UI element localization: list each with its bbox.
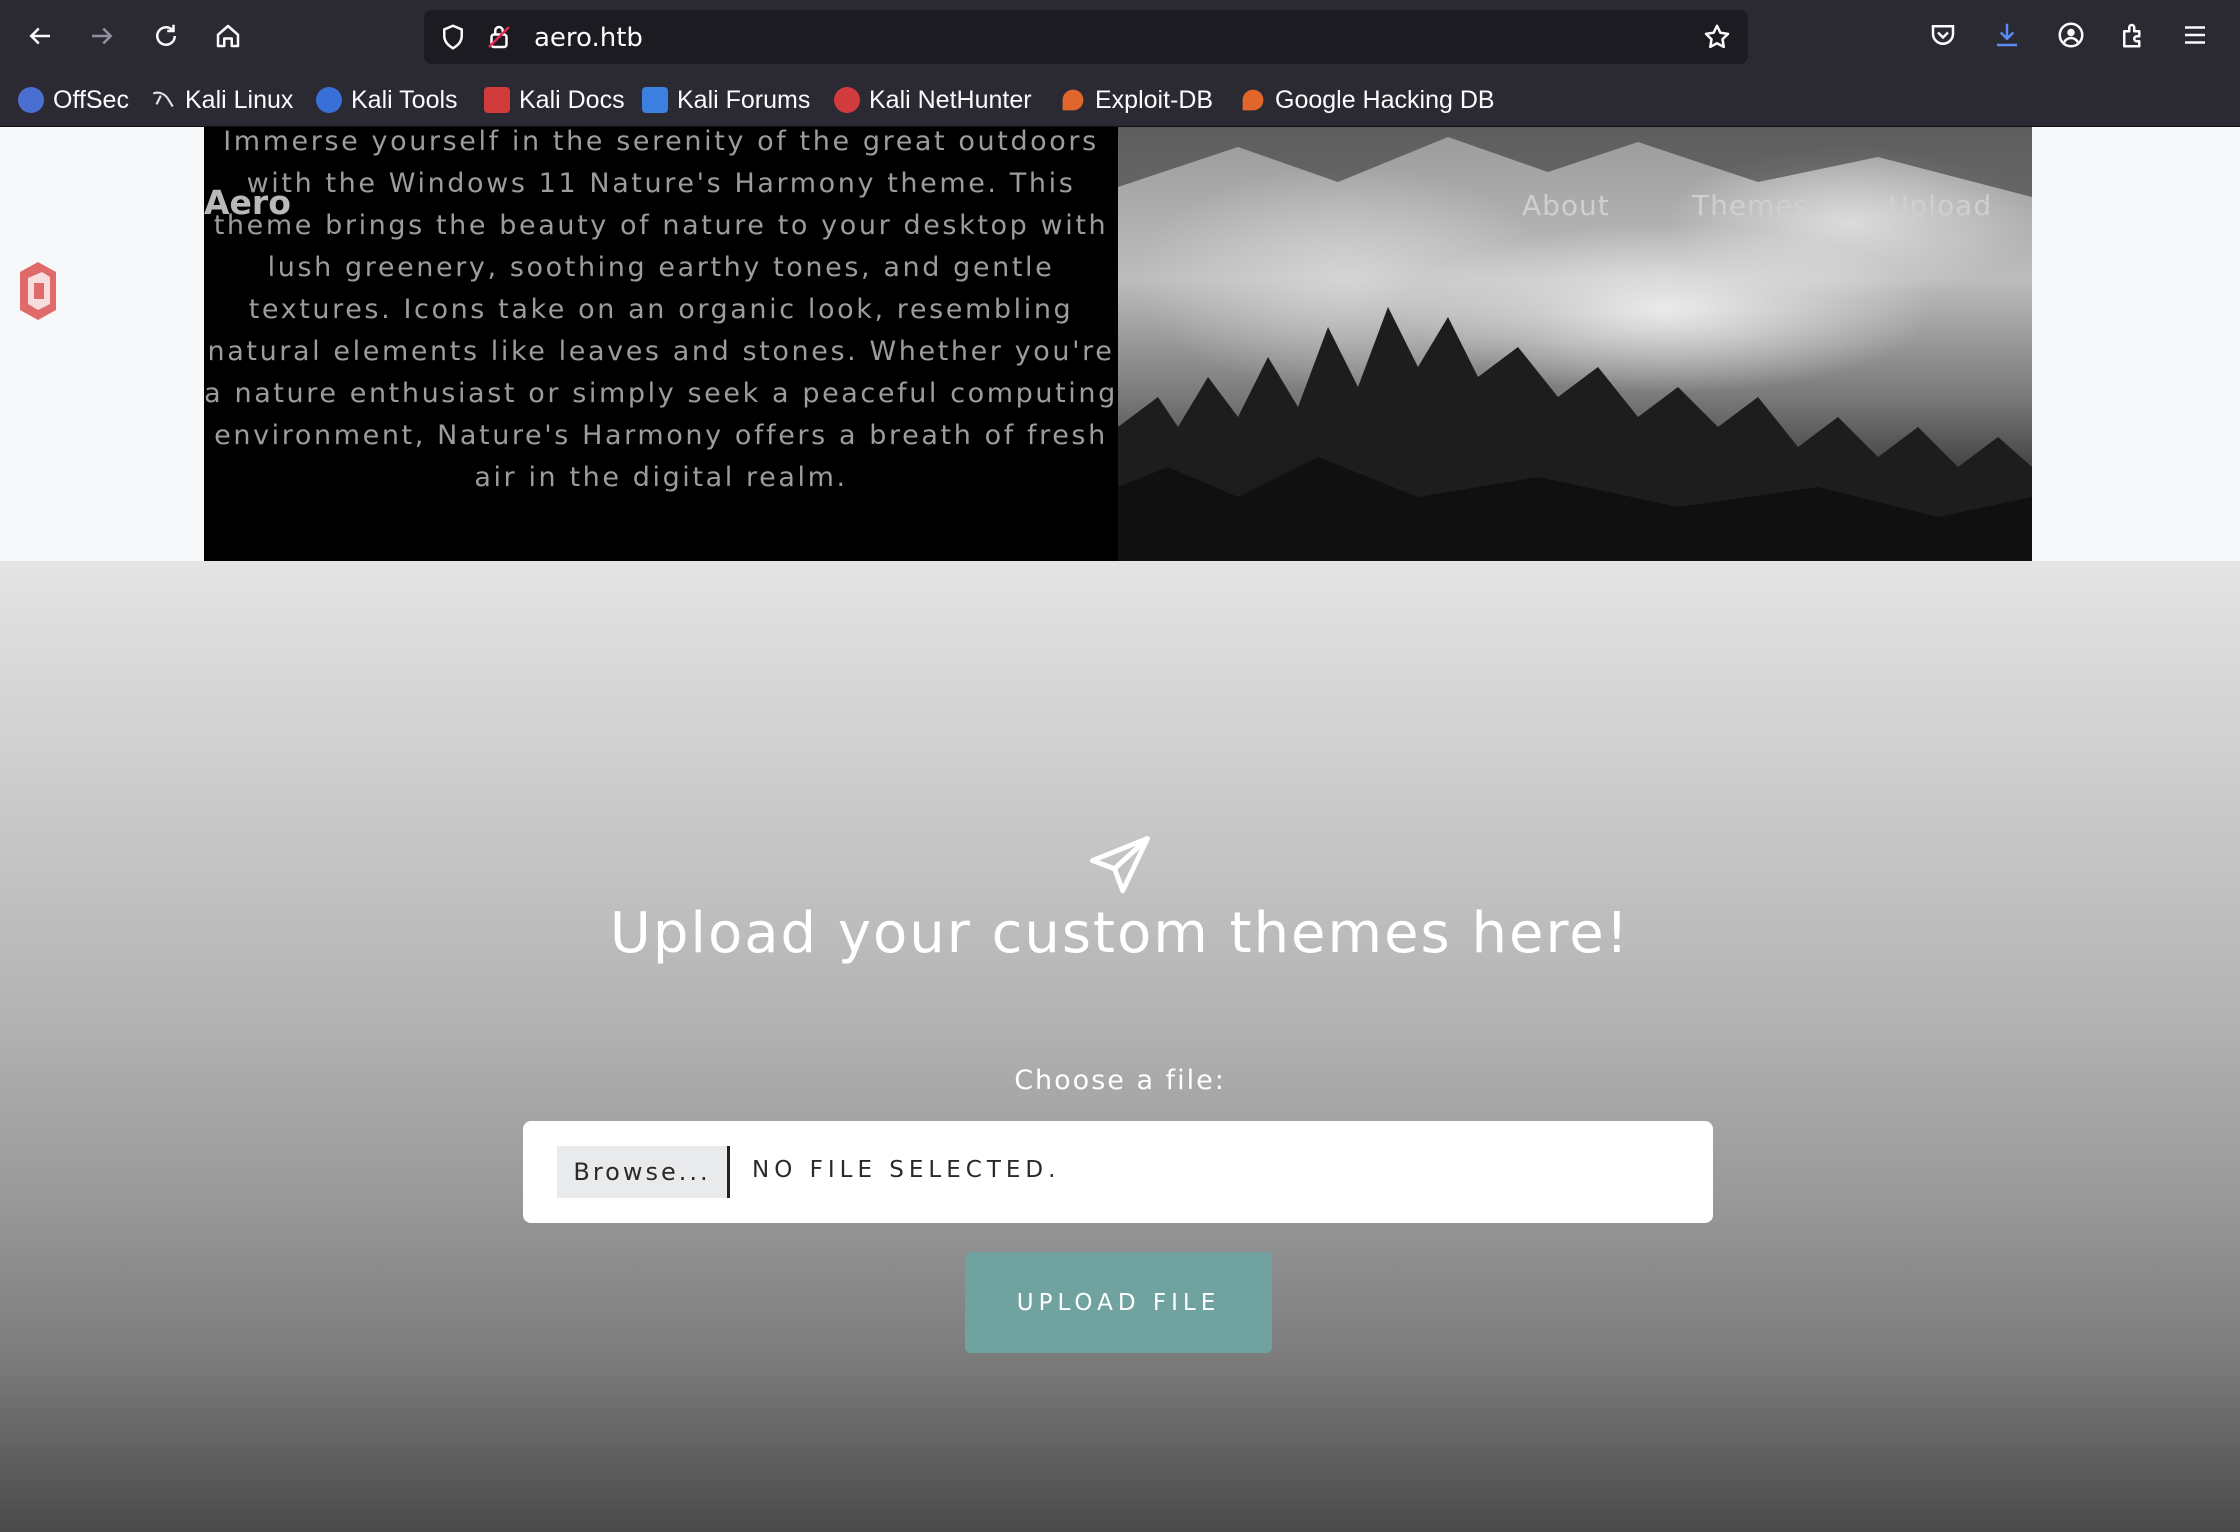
bookmark-label: Kali Forums (677, 85, 811, 114)
bookmark-exploit-db[interactable]: Exploit-DB (1060, 82, 1213, 118)
no-file-selected-text: NO FILE SELECTED. (752, 1157, 1061, 1183)
hero-description: Immerse yourself in the serenity of the … (204, 127, 1118, 493)
kali-docs-icon (484, 87, 510, 113)
ghdb-icon (1242, 89, 1264, 111)
back-icon[interactable] (16, 12, 64, 60)
menu-icon[interactable] (2176, 16, 2214, 54)
file-input[interactable]: Browse... NO FILE SELECTED. (523, 1121, 1713, 1223)
choose-file-label: Choose a file: (1014, 1065, 1226, 1096)
kali-tools-icon (316, 87, 342, 113)
bookmark-label: Google Hacking DB (1275, 85, 1495, 114)
bookmarks-toolbar: OffSec Kali Linux Kali Tools Kali Docs K… (0, 74, 2240, 127)
account-icon[interactable] (2052, 16, 2090, 54)
browser-toolbar: aero.htb (0, 0, 2240, 74)
bookmark-label: Kali NetHunter (869, 85, 1032, 114)
bookmark-star-icon[interactable] (1702, 22, 1732, 52)
bookmark-google-hacking-db[interactable]: Google Hacking DB (1240, 82, 1495, 118)
reload-icon[interactable] (142, 12, 190, 60)
upload-section: Upload your custom themes here! Choose a… (0, 561, 2240, 1532)
bookmark-kali-docs[interactable]: Kali Docs (484, 82, 625, 118)
side-logo-icon[interactable] (16, 258, 60, 324)
web-page: Immerse yourself in the serenity of the … (0, 127, 2240, 1532)
bookmark-label: Kali Tools (351, 85, 458, 114)
shield-icon[interactable] (438, 22, 468, 52)
upload-file-button[interactable]: UPLOAD FILE (965, 1252, 1272, 1353)
extensions-icon[interactable] (2114, 16, 2152, 54)
downloads-icon[interactable] (1988, 16, 2026, 54)
upload-title: Upload your custom themes here! (609, 901, 1631, 966)
bookmark-kali-tools[interactable]: Kali Tools (316, 82, 458, 118)
bookmark-label: Exploit-DB (1095, 85, 1214, 114)
bookmark-offsec[interactable]: OffSec (18, 82, 129, 118)
nav-themes[interactable]: Themes (1692, 189, 1809, 222)
browse-button[interactable]: Browse... (557, 1146, 730, 1198)
exploit-db-icon (1062, 89, 1084, 111)
bookmark-label: Kali Linux (185, 85, 294, 114)
bookmark-label: OffSec (53, 85, 129, 114)
home-icon[interactable] (204, 12, 252, 60)
offsec-icon (18, 87, 44, 113)
bookmark-kali-forums[interactable]: Kali Forums (642, 82, 810, 118)
bookmark-kali-linux[interactable]: Kali Linux (150, 82, 293, 118)
nav-about[interactable]: About (1522, 189, 1610, 222)
bookmark-label: Kali Docs (519, 85, 625, 114)
insecure-lock-icon[interactable] (484, 22, 514, 52)
site-brand[interactable]: Aero (204, 183, 291, 222)
nav-upload[interactable]: Upload (1888, 189, 1992, 222)
url-text[interactable]: aero.htb (534, 23, 643, 53)
kali-nethunter-icon (834, 87, 860, 113)
bookmark-kali-nethunter[interactable]: Kali NetHunter (834, 82, 1032, 118)
address-bar[interactable]: aero.htb (424, 10, 1748, 64)
paper-plane-icon (1090, 836, 1150, 894)
kali-dragon-icon (150, 87, 176, 113)
kali-forums-icon (642, 87, 668, 113)
forward-icon[interactable] (78, 12, 126, 60)
pocket-icon[interactable] (1924, 16, 1962, 54)
